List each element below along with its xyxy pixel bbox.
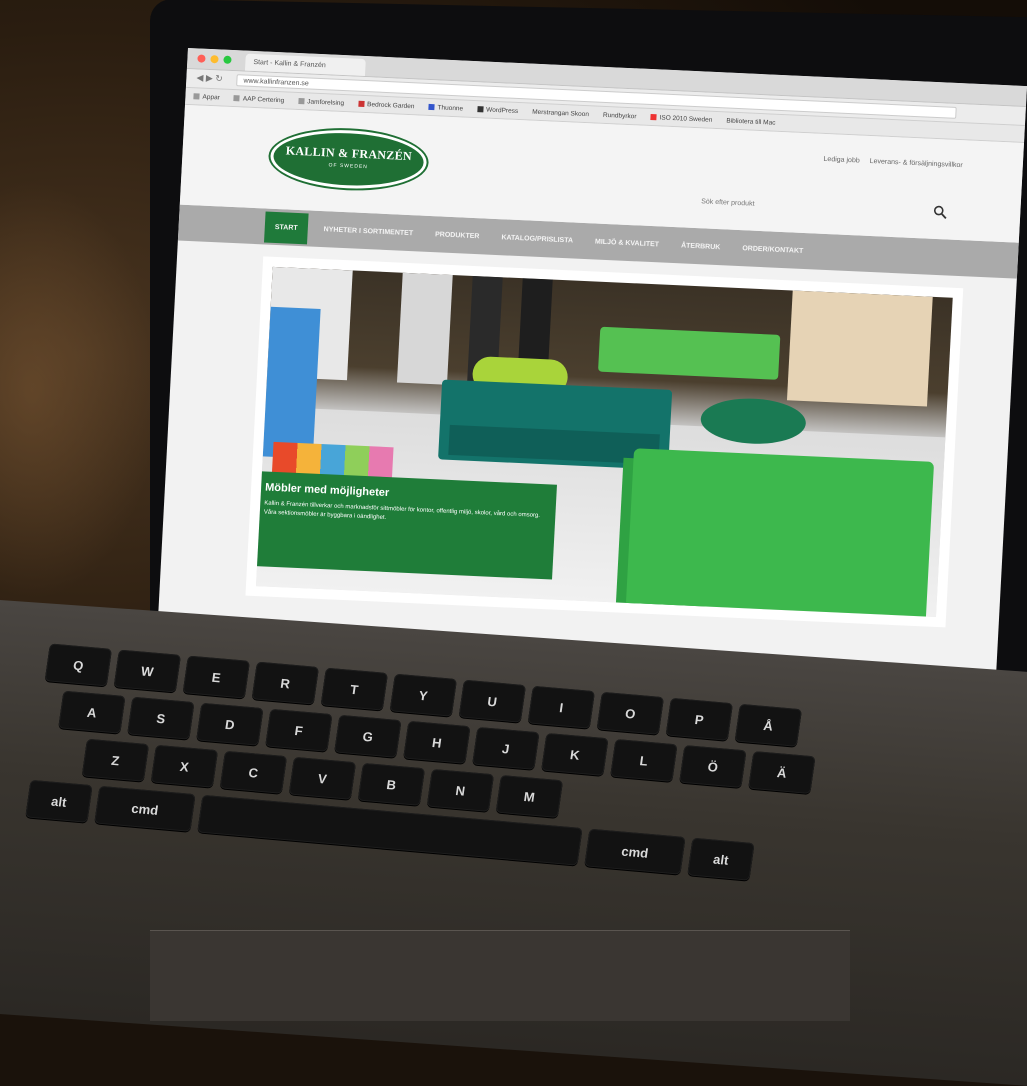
laptop-screen: Start - Kallin & Franzén ◀ ▶ ↻ www.kalli… [154,48,1027,715]
key[interactable]: W [113,649,181,693]
bookmark-icon [357,100,365,107]
key[interactable]: X [150,744,219,788]
key[interactable]: Y [389,673,457,717]
maximize-icon[interactable] [223,55,232,64]
nav-environment[interactable]: MILJÖ & KVALITET [595,238,659,248]
nav-reuse[interactable]: ÅTERBRUK [681,242,721,251]
hero-caption: Möbler med möjligheter Kallin & Franzén … [255,470,557,580]
key[interactable]: K [541,732,609,776]
key[interactable]: B [357,762,426,806]
bookmark-icon [428,103,435,111]
bookmark-item[interactable]: Bedrock Garden [357,100,415,110]
key[interactable]: D [196,702,264,746]
link-jobs[interactable]: Lediga jobb [823,156,860,165]
back-forward-icon[interactable]: ◀ ▶ ↻ [196,72,223,84]
hero-image: Möbler med möjligheter Kallin & Franzén … [255,266,953,617]
key-alt[interactable]: alt [25,779,93,823]
bookmark-icon [650,114,657,121]
hero-banner: Möbler med möjligheter Kallin & Franzén … [245,256,964,628]
key[interactable]: F [265,708,333,752]
key[interactable]: N [426,768,495,812]
trackpad[interactable] [150,930,850,1021]
bookmark-item[interactable]: Rundbyrkor [603,111,637,120]
link-terms[interactable]: Leverans- & försäljningsvillkor [870,158,963,169]
blue-screen-divider [262,306,321,459]
green-sofa-back [598,326,781,380]
bookmark-icon [476,106,484,113]
bookmark-item[interactable]: Jamforelsing [298,98,344,107]
key-cmd[interactable]: cmd [584,828,686,875]
bookmark-icon [233,95,241,102]
top-links: Lediga jobb Leverans- & försäljningsvill… [823,156,963,169]
window-controls [197,54,232,64]
nav-catalog[interactable]: KATALOG/PRISLISTA [501,234,573,244]
key[interactable]: S [127,696,195,740]
close-icon[interactable] [197,54,206,63]
bookmark-item[interactable]: ISO 2010 Sweden [650,114,712,123]
bookmark-item[interactable]: AAP Certering [233,95,284,104]
key[interactable]: I [527,685,595,729]
key[interactable]: O [596,691,664,735]
key[interactable]: Ä [748,751,816,795]
key-cmd[interactable]: cmd [94,785,196,832]
wall-panel [396,272,453,385]
key[interactable]: V [288,756,357,800]
key[interactable]: P [665,697,733,741]
site-logo[interactable]: KALLIN & FRANZÉN OF SWEDEN [269,126,429,192]
bookmark-item[interactable]: Appar [193,93,220,101]
key[interactable]: Ö [679,745,747,788]
key[interactable]: R [251,661,319,705]
key[interactable]: Q [44,643,112,687]
key[interactable]: M [495,774,564,818]
nav-news[interactable]: NYHETER I SORTIMENTET [323,226,413,237]
bookmark-icon [298,98,305,105]
key[interactable]: U [458,679,526,723]
key[interactable]: J [472,726,540,770]
nav-start[interactable]: START [264,211,309,244]
bookmark-item[interactable]: Thuonne [428,103,463,112]
key[interactable]: C [219,750,288,794]
minimize-icon[interactable] [210,55,219,64]
key[interactable]: G [334,714,402,758]
key-alt[interactable]: alt [687,837,755,881]
nav-contact[interactable]: ORDER/KONTAKT [742,245,803,255]
bookmark-icon [193,93,200,100]
bookmark-item[interactable]: Merstrangan Skoon [532,108,589,118]
key[interactable]: Å [734,703,802,747]
key[interactable]: T [320,667,388,711]
key[interactable]: E [182,655,250,699]
key[interactable]: H [403,720,471,764]
bookmark-item[interactable]: WordPress [476,106,518,114]
wall-panel [786,290,933,407]
green-armchair [623,448,935,617]
search-icon[interactable] [933,205,948,220]
search-input[interactable]: Sök efter produkt [701,198,755,207]
bookmark-item[interactable]: Bibliotera till Mac [726,117,776,126]
key[interactable]: Z [81,738,150,782]
key[interactable]: A [58,690,126,734]
key[interactable]: L [610,738,678,782]
nav-products[interactable]: PRODUKTER [435,231,480,240]
lamp-glow [0,180,160,600]
